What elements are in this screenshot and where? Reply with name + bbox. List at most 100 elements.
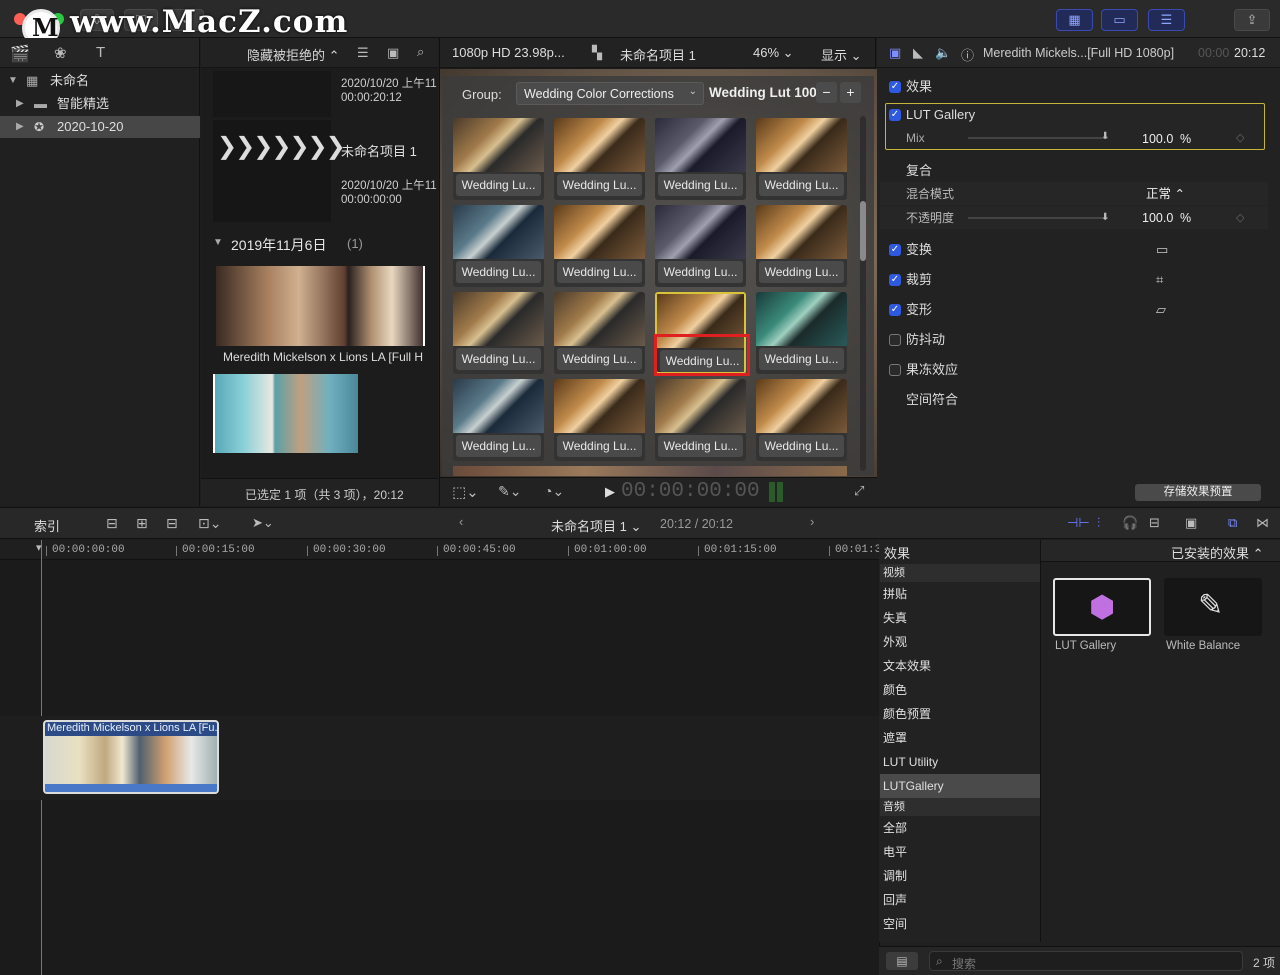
mix-slider[interactable] [968,137,1108,139]
library-item[interactable]: ▶ ▬ 智能精选 [0,93,200,115]
project-thumbnail[interactable]: ❯❯❯❯❯❯❯ [213,120,346,222]
lut-thumbnail[interactable]: Wedding Lu... [453,292,544,374]
clip-thumbnail[interactable] [213,71,331,117]
effects-category-item[interactable]: LUTGallery [880,774,1040,798]
lut-thumbnail[interactable]: Wedding Lu... [554,292,645,374]
effects-checkbox[interactable]: ✓ [889,81,901,93]
video-inspector-icon[interactable]: ▣ [889,45,901,61]
effects-category-item[interactable]: 失真 [880,606,1040,630]
distort-row[interactable]: ✓ 变形 ▱ [880,295,1268,325]
fullscreen-icon[interactable]: ⤢ [854,483,864,499]
effects-section[interactable]: ✓ 效果 [880,73,1268,101]
distort-onscreen-icon[interactable]: ▱ [1156,295,1166,325]
clapper-icon[interactable]: 🎬 [10,44,30,64]
timeline-clip[interactable]: Meredith Mickelson x Lions LA [Fu... [43,720,219,794]
inspector-toggle-icon[interactable]: ☰ [1148,9,1185,31]
lut-thumbnail[interactable]: Wedding Lu... [554,118,645,200]
history-forward-icon[interactable]: › [810,514,814,529]
effect-tile[interactable]: ⬢ [1053,578,1151,636]
skimming-icon[interactable]: ⫶ [1097,515,1100,531]
append-clip-icon[interactable]: ⊟ [166,515,178,532]
color-inspector-icon[interactable]: ◣ [913,45,923,61]
crop-onscreen-icon[interactable]: ⌗ [1156,265,1163,295]
distort-checkbox[interactable]: ✓ [889,304,901,316]
mix-value[interactable]: 100.0 [1142,132,1173,146]
effects-category-item[interactable]: 文本效果 [880,654,1040,678]
slider-thumb[interactable]: ⬇ [1101,131,1109,142]
lut-thumbnail[interactable]: Wedding Lu... [453,118,544,200]
crop-checkbox[interactable]: ✓ [889,274,901,286]
library-item[interactable]: ▼ ▦ 未命名 [0,70,200,92]
effects-category-item[interactable]: LUT Utility [880,750,1040,774]
effects-category-item[interactable]: 遮罩 [880,726,1040,750]
titles-icon[interactable]: T [96,44,105,61]
lut-gallery-effect[interactable]: ✓ LUT Gallery Mix ⬇ 100.0 % ◇ [885,103,1265,150]
audio-inspector-icon[interactable]: 🔈 [935,45,951,61]
enhance-wand-icon[interactable]: ✎⌄ [498,483,521,500]
clip-filmstrip[interactable] [216,266,425,346]
filmstrip-icon[interactable]: ▣ [387,45,399,61]
transform-row[interactable]: ✓ 变换 ▭ [880,235,1268,265]
effects-category-item[interactable]: 调制 [880,864,1040,888]
filter-popup[interactable]: 隐藏被拒绝的 ⌃ [247,45,340,64]
zoom-popup[interactable]: 46% ⌄ [753,45,794,61]
effect-tile[interactable]: ✎ [1164,578,1262,636]
slider-thumb[interactable]: ⬇ [1101,206,1109,230]
timeline-index-button[interactable]: 索引 [34,516,60,535]
photos-icon[interactable]: ❀ [54,44,67,62]
stabilization-row[interactable]: 防抖动 [880,325,1268,355]
play-icon[interactable]: ▶ [605,484,615,500]
effects-category-item[interactable]: 回声 [880,888,1040,912]
effects-category-item[interactable]: 全部 [880,816,1040,840]
lut-thumbnail[interactable]: Wedding Lu... [756,379,847,461]
sidebar-toggle-icon[interactable]: ▤ [886,952,918,970]
lut-thumbnail[interactable]: Wedding Lu... [655,205,746,287]
headphones-icon[interactable]: 🎧 [1122,515,1138,531]
keyframe-icon[interactable]: ◇ [1236,131,1244,144]
display-popup[interactable]: 显示 ⌄ [821,45,862,64]
lut-thumbnail[interactable]: Wedding Lu... [756,118,847,200]
effects-category-item[interactable]: 空间 [880,912,1040,936]
lut-thumbnail[interactable]: Wedding Lu... [655,118,746,200]
disclosure-right-icon[interactable]: ▶ [16,116,24,138]
transform-checkbox[interactable]: ✓ [889,244,901,256]
installed-effects-popup[interactable]: 已安装的效果 ⌃ [1171,543,1264,562]
effects-category-item[interactable]: 外观 [880,630,1040,654]
audio-waveform-icon[interactable]: ⊣⊢ [1067,515,1090,531]
timeline-toggle-icon[interactable]: ▭ [1101,9,1138,31]
crop-row[interactable]: ✓ 裁剪 ⌗ [880,265,1268,295]
scrollbar-thumb[interactable] [860,201,866,261]
spatial-conform-row[interactable]: 空间符合 [880,385,1268,415]
lut-thumbnail[interactable]: Wedding Lu... [756,205,847,287]
blend-mode-popup[interactable]: 正常 ⌃ [1146,182,1185,206]
opacity-slider[interactable] [968,217,1108,219]
snapping-icon[interactable]: ⊟ [1149,515,1160,531]
transform-onscreen-icon[interactable]: ▭ [1156,235,1168,265]
stabilization-checkbox[interactable] [889,334,901,346]
search-icon[interactable]: ⌕ [417,44,424,60]
scrollbar[interactable] [860,116,866,471]
overwrite-clip-icon[interactable]: ⊡⌄ [198,515,221,532]
group-popup[interactable]: Wedding Color Corrections ⌄ [516,82,704,105]
clip-appearance-icon[interactable]: ☰ [357,45,369,61]
transform-icon[interactable]: ⬚⌄ [452,483,479,501]
rolling-shutter-row[interactable]: 果冻效应 [880,355,1268,385]
search-field[interactable]: ⌕ 搜索 [929,951,1243,971]
share-icon[interactable]: ⇪ [1234,9,1270,31]
disclosure-right-icon[interactable]: ▶ [16,93,24,115]
lut-gallery-checkbox[interactable]: ✓ [889,109,901,121]
lut-thumbnail[interactable]: Wedding Lu... [554,205,645,287]
keyframe-icon[interactable]: ◇ [1236,206,1244,230]
effects-category-item[interactable]: 拼贴 [880,582,1040,606]
clip-appearance-icon[interactable]: ▣ [1185,515,1197,531]
clip-filmstrip[interactable] [213,374,358,453]
lut-thumbnail[interactable]: Wedding Lu... [554,379,645,461]
lut-thumbnail[interactable]: Wedding Lu... [655,379,746,461]
effects-category-item[interactable]: 颜色 [880,678,1040,702]
opacity-value[interactable]: 100.0 [1142,206,1173,230]
effects-browser-icon[interactable]: ⧉ [1228,515,1237,531]
transitions-browser-icon[interactable]: ⋈ [1256,515,1269,531]
lut-thumbnail[interactable]: Wedding Lu... [453,205,544,287]
library-item[interactable]: ▶ ✪ 2020-10-20 [0,116,200,138]
lut-thumbnail[interactable]: Wedding Lu... [453,379,544,461]
